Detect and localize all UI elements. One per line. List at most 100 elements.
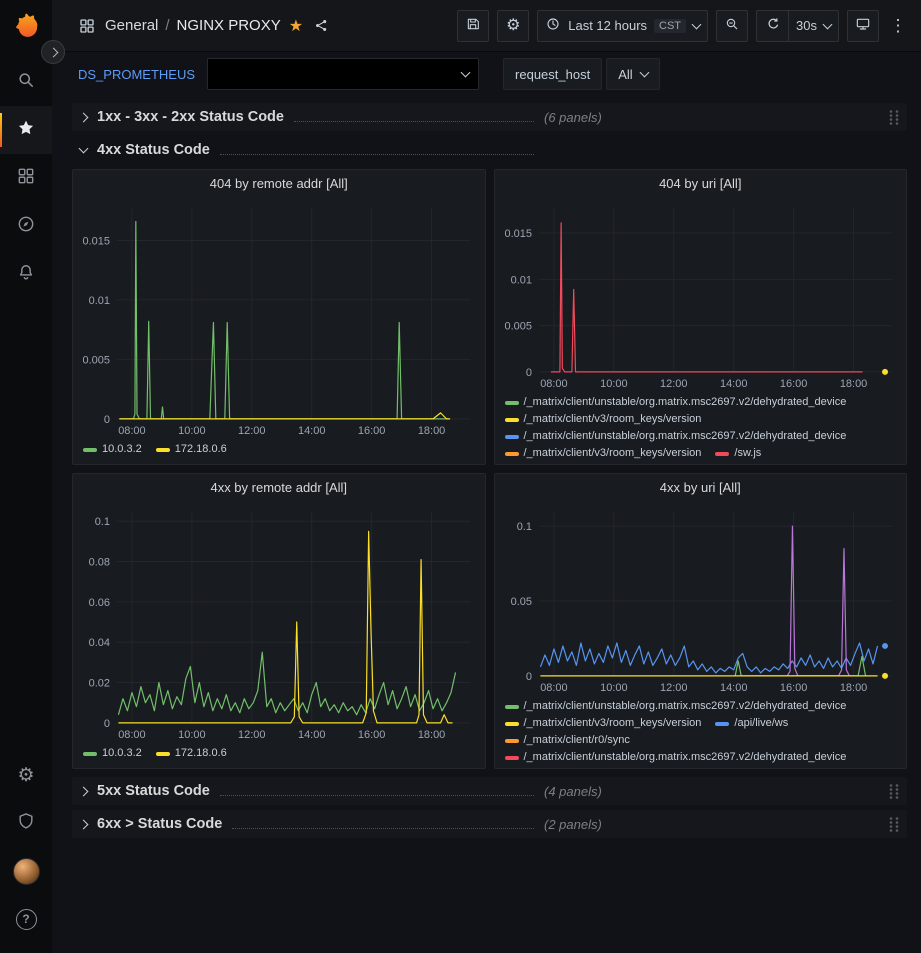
svg-text:10:00: 10:00 [600, 682, 627, 694]
request-host-label-text: request_host [515, 67, 590, 82]
legend-item[interactable]: /_matrix/client/v3/room_keys/version [505, 715, 702, 732]
refresh-button[interactable] [756, 10, 788, 42]
legend-item[interactable]: /_matrix/client/r0/sync [505, 732, 630, 749]
chevron-right-icon [79, 112, 89, 122]
refresh-group: 30s [756, 10, 839, 42]
refresh-interval-value: 30s [796, 18, 817, 33]
legend-item[interactable]: /_matrix/client/unstable/org.matrix.msc2… [505, 394, 847, 411]
sidebar-item-explore[interactable] [0, 202, 52, 250]
legend-series-color [505, 452, 519, 456]
svg-text:0.1: 0.1 [516, 521, 531, 533]
legend-item[interactable]: 172.18.0.6 [156, 441, 227, 458]
svg-text:12:00: 12:00 [238, 425, 265, 437]
row-1xx-3xx-2xx[interactable]: 1xx - 3xx - 2xx Status Code (6 panels) [72, 103, 907, 131]
legend-series-color [505, 756, 519, 760]
row-drag-handle[interactable] [888, 816, 900, 832]
share-icon[interactable] [313, 17, 330, 34]
dashboard-settings-button[interactable]: ⚙ [497, 10, 529, 42]
dashboard-title[interactable]: NGINX PROXY [177, 17, 281, 34]
datasource-variable-label[interactable]: DS_PROMETHEUS [78, 67, 195, 82]
svg-text:0.015: 0.015 [83, 235, 110, 247]
legend-item[interactable]: 10.0.3.2 [83, 745, 142, 762]
svg-text:08:00: 08:00 [540, 682, 567, 694]
svg-text:0.05: 0.05 [510, 596, 531, 608]
legend-item[interactable]: /_matrix/client/v3/room_keys/version [505, 445, 702, 462]
legend-item[interactable]: /_matrix/client/v3/room_keys/version [505, 411, 702, 428]
breadcrumb-folder[interactable]: General [105, 17, 158, 34]
help-icon: ? [16, 909, 37, 930]
kebab-menu-button[interactable]: ⋮ [887, 10, 909, 42]
panel-404-by-uri: 404 by uri [All] 00.0050.010.01508:0010:… [494, 169, 908, 465]
row-4xx[interactable]: 4xx Status Code [72, 136, 907, 164]
time-series-chart[interactable]: 00.020.040.060.080.108:0010:0012:0014:00… [73, 501, 485, 743]
svg-text:12:00: 12:00 [660, 378, 687, 390]
panel-title[interactable]: 4xx by remote addr [All] [73, 474, 485, 501]
tv-mode-button[interactable] [847, 10, 879, 42]
sidebar-item-dashboards[interactable] [0, 154, 52, 202]
save-dashboard-button[interactable] [457, 10, 489, 42]
legend-item[interactable]: /_matrix/client/unstable/org.matrix.msc2… [505, 428, 847, 445]
svg-text:16:00: 16:00 [779, 378, 806, 390]
row-title: 5xx Status Code [97, 783, 210, 799]
legend-series-color [156, 448, 170, 452]
legend-series-color [505, 418, 519, 422]
sidebar-expand-button[interactable] [41, 40, 65, 64]
sidebar-item-server-admin[interactable] [0, 799, 52, 847]
legend-item[interactable]: /sw.js [715, 445, 761, 462]
panel-title[interactable]: 404 by remote addr [All] [73, 170, 485, 197]
favorite-star-icon[interactable]: ★ [289, 16, 303, 36]
row-drag-handle[interactable] [888, 783, 900, 799]
svg-text:0: 0 [104, 718, 110, 730]
svg-text:08:00: 08:00 [540, 378, 567, 390]
time-picker-button[interactable]: Last 12 hours CST [537, 10, 708, 42]
sidebar-item-configuration[interactable]: ⚙ [0, 751, 52, 799]
shield-icon [16, 811, 36, 836]
svg-text:16:00: 16:00 [358, 425, 385, 437]
panel-title[interactable]: 404 by uri [All] [495, 170, 907, 197]
dotted-leader [220, 153, 534, 155]
sidebar-item-profile[interactable] [0, 847, 52, 895]
time-series-chart[interactable]: 00.0050.010.01508:0010:0012:0014:0016:00… [495, 197, 907, 392]
svg-text:12:00: 12:00 [660, 682, 687, 694]
request-host-value: All [618, 67, 632, 82]
legend-item[interactable]: /api/live/ws [715, 715, 788, 732]
zoom-out-button[interactable] [716, 10, 748, 42]
grafana-logo-icon[interactable] [11, 12, 41, 42]
sidebar-item-starred[interactable] [0, 106, 52, 154]
svg-text:18:00: 18:00 [418, 729, 445, 741]
legend-series-label: 172.18.0.6 [175, 745, 227, 762]
time-series-chart[interactable]: 00.050.108:0010:0012:0014:0016:0018:00 [495, 501, 907, 696]
legend-series-color [83, 752, 97, 756]
sidebar-bottom: ⚙ ? [0, 751, 52, 943]
svg-text:18:00: 18:00 [839, 682, 866, 694]
row-title: 1xx - 3xx - 2xx Status Code [97, 109, 284, 125]
panel-legend: /_matrix/client/unstable/org.matrix.msc2… [495, 696, 907, 768]
legend-series-label: /_matrix/client/v3/room_keys/version [524, 715, 702, 732]
time-series-chart[interactable]: 00.0050.010.01508:0010:0012:0014:0016:00… [73, 197, 485, 439]
dotted-leader [232, 827, 534, 829]
request-host-select[interactable]: All [606, 58, 659, 90]
legend-item[interactable]: /_matrix/client/unstable/org.matrix.msc2… [505, 698, 847, 715]
sidebar-item-help[interactable]: ? [0, 895, 52, 943]
row-left: 6xx > Status Code [72, 816, 544, 832]
svg-text:18:00: 18:00 [839, 378, 866, 390]
panel-4xx-by-remote-addr: 4xx by remote addr [All] 00.020.040.060.… [72, 473, 486, 769]
legend-item[interactable]: 10.0.3.2 [83, 441, 142, 458]
svg-text:0: 0 [104, 414, 110, 426]
row-drag-handle[interactable] [888, 109, 900, 125]
sidebar-item-alerting[interactable] [0, 250, 52, 298]
svg-text:14:00: 14:00 [719, 682, 746, 694]
sidebar: ⚙ ? [0, 0, 52, 953]
legend-series-color [505, 705, 519, 709]
refresh-interval-select[interactable]: 30s [788, 10, 839, 42]
row-6xx[interactable]: 6xx > Status Code (2 panels) [72, 810, 907, 838]
legend-series-label: /_matrix/client/v3/room_keys/version [524, 411, 702, 428]
datasource-select[interactable] [207, 58, 479, 90]
sidebar-item-search[interactable] [0, 58, 52, 106]
legend-item[interactable]: 172.18.0.6 [156, 745, 227, 762]
panel-title[interactable]: 4xx by uri [All] [495, 474, 907, 501]
row-5xx[interactable]: 5xx Status Code (4 panels) [72, 777, 907, 805]
legend-series-color [83, 448, 97, 452]
panel-count: (4 panels) [544, 784, 602, 799]
legend-item[interactable]: /_matrix/client/unstable/org.matrix.msc2… [505, 749, 847, 766]
